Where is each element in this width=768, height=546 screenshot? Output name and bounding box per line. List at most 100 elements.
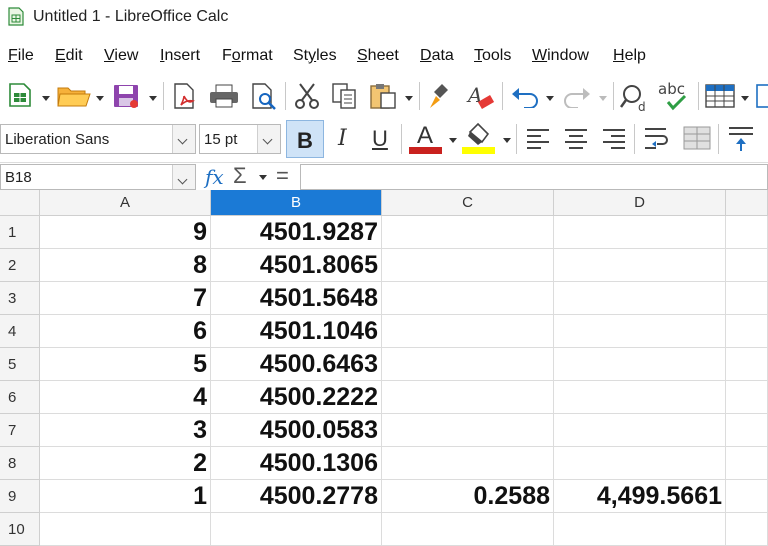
export-pdf-icon[interactable] <box>172 82 198 110</box>
cell-a1[interactable]: 9 <box>40 216 211 249</box>
cell-a8[interactable]: 2 <box>40 447 211 480</box>
wrap-text-icon[interactable] <box>644 126 672 152</box>
highlight-dropdown-icon[interactable] <box>503 138 511 143</box>
font-color-dropdown-icon[interactable] <box>449 138 457 143</box>
menu-window[interactable]: Window <box>532 47 589 65</box>
cell-b2[interactable]: 4501.8065 <box>211 249 382 282</box>
underline-button[interactable]: U <box>372 126 388 152</box>
merge-cells-icon[interactable] <box>683 126 711 150</box>
save-icon[interactable] <box>112 83 140 109</box>
cell-e3[interactable] <box>726 282 768 315</box>
spelling-icon[interactable]: abc <box>658 80 692 112</box>
cell-e9[interactable] <box>726 480 768 513</box>
align-center-icon[interactable] <box>564 128 588 150</box>
cell-c7[interactable] <box>382 414 554 447</box>
undo-icon[interactable] <box>510 86 540 108</box>
font-name-box[interactable]: Liberation Sans <box>0 124 196 154</box>
italic-button[interactable]: I <box>338 126 347 151</box>
open-dropdown-icon[interactable] <box>96 96 104 101</box>
sum-icon[interactable]: Σ <box>233 163 247 189</box>
undo-dropdown-icon[interactable] <box>546 96 554 101</box>
sum-dropdown-icon[interactable] <box>259 175 267 180</box>
new-spreadsheet-icon[interactable] <box>8 82 32 108</box>
row-header-4[interactable]: 4 <box>0 315 40 348</box>
cell-a5[interactable]: 5 <box>40 348 211 381</box>
cell-e1[interactable] <box>726 216 768 249</box>
name-box-dropdown-icon[interactable] <box>172 165 195 189</box>
menu-sheet[interactable]: Sheet <box>357 47 399 65</box>
formula-input[interactable] <box>300 164 768 190</box>
cell-d5[interactable] <box>554 348 726 381</box>
menu-insert[interactable]: Insert <box>160 47 200 65</box>
menu-styles[interactable]: Styles <box>293 47 337 65</box>
column-header-a[interactable]: A <box>40 190 211 216</box>
cell-c5[interactable] <box>382 348 554 381</box>
menu-format[interactable]: Format <box>222 47 273 65</box>
column-header-e[interactable] <box>726 190 768 216</box>
cell-a9[interactable]: 1 <box>40 480 211 513</box>
menu-data[interactable]: Data <box>420 47 454 65</box>
row-header-5[interactable]: 5 <box>0 348 40 381</box>
menu-help[interactable]: Help <box>613 47 646 65</box>
cell-c9[interactable]: 0.2588 <box>382 480 554 513</box>
cell-d3[interactable] <box>554 282 726 315</box>
paste-dropdown-icon[interactable] <box>405 96 413 101</box>
clone-formatting-icon[interactable] <box>428 82 454 110</box>
copy-icon[interactable] <box>331 82 359 110</box>
cell-d4[interactable] <box>554 315 726 348</box>
cell-b9[interactable]: 4500.2778 <box>211 480 382 513</box>
cell-e5[interactable] <box>726 348 768 381</box>
font-color-button[interactable]: A <box>409 122 443 154</box>
cell-e4[interactable] <box>726 315 768 348</box>
cell-d9[interactable]: 4,499.5661 <box>554 480 726 513</box>
column-header-c[interactable]: C <box>382 190 554 216</box>
open-folder-icon[interactable] <box>57 84 91 108</box>
redo-dropdown-icon[interactable] <box>599 96 607 101</box>
cell-a6[interactable]: 4 <box>40 381 211 414</box>
align-left-icon[interactable] <box>526 128 550 150</box>
column-header-b[interactable]: B <box>211 190 382 216</box>
cell-a7[interactable]: 3 <box>40 414 211 447</box>
font-size-dropdown-icon[interactable] <box>257 125 280 153</box>
paste-icon[interactable] <box>369 82 399 110</box>
row-header-3[interactable]: 3 <box>0 282 40 315</box>
menu-tools[interactable]: Tools <box>474 47 511 65</box>
cut-icon[interactable] <box>294 82 320 110</box>
cell-e10[interactable] <box>726 513 768 546</box>
cell-c1[interactable] <box>382 216 554 249</box>
cell-e7[interactable] <box>726 414 768 447</box>
highlight-color-button[interactable] <box>462 122 496 154</box>
row-header-1[interactable]: 1 <box>0 216 40 249</box>
cell-b3[interactable]: 4501.5648 <box>211 282 382 315</box>
row-header-10[interactable]: 10 <box>0 513 40 546</box>
print-preview-icon[interactable] <box>250 82 278 110</box>
cell-b7[interactable]: 4500.0583 <box>211 414 382 447</box>
find-replace-icon[interactable]: d <box>620 82 652 112</box>
row-header-7[interactable]: 7 <box>0 414 40 447</box>
cell-a3[interactable]: 7 <box>40 282 211 315</box>
row-header-8[interactable]: 8 <box>0 447 40 480</box>
bold-button[interactable]: B <box>286 120 324 158</box>
menu-view[interactable]: View <box>104 47 138 65</box>
cell-c3[interactable] <box>382 282 554 315</box>
cell-c4[interactable] <box>382 315 554 348</box>
redo-icon[interactable] <box>562 86 592 108</box>
cell-c6[interactable] <box>382 381 554 414</box>
cell-e8[interactable] <box>726 447 768 480</box>
cell-c10[interactable] <box>382 513 554 546</box>
name-box[interactable]: B18 <box>0 164 196 190</box>
column-icon[interactable] <box>756 84 768 108</box>
cell-d7[interactable] <box>554 414 726 447</box>
align-top-icon[interactable] <box>728 126 754 152</box>
cell-b6[interactable]: 4500.2222 <box>211 381 382 414</box>
cell-b5[interactable]: 4500.6463 <box>211 348 382 381</box>
font-name-dropdown-icon[interactable] <box>172 125 195 153</box>
menu-file[interactable]: File <box>8 47 34 65</box>
row-column-icon[interactable] <box>705 84 735 108</box>
clear-formatting-icon[interactable]: A <box>465 82 495 110</box>
cell-b8[interactable]: 4500.1306 <box>211 447 382 480</box>
save-dropdown-icon[interactable] <box>149 96 157 101</box>
font-size-box[interactable]: 15 pt <box>199 124 281 154</box>
select-all-corner[interactable] <box>0 190 40 216</box>
formula-icon[interactable]: = <box>276 163 289 189</box>
